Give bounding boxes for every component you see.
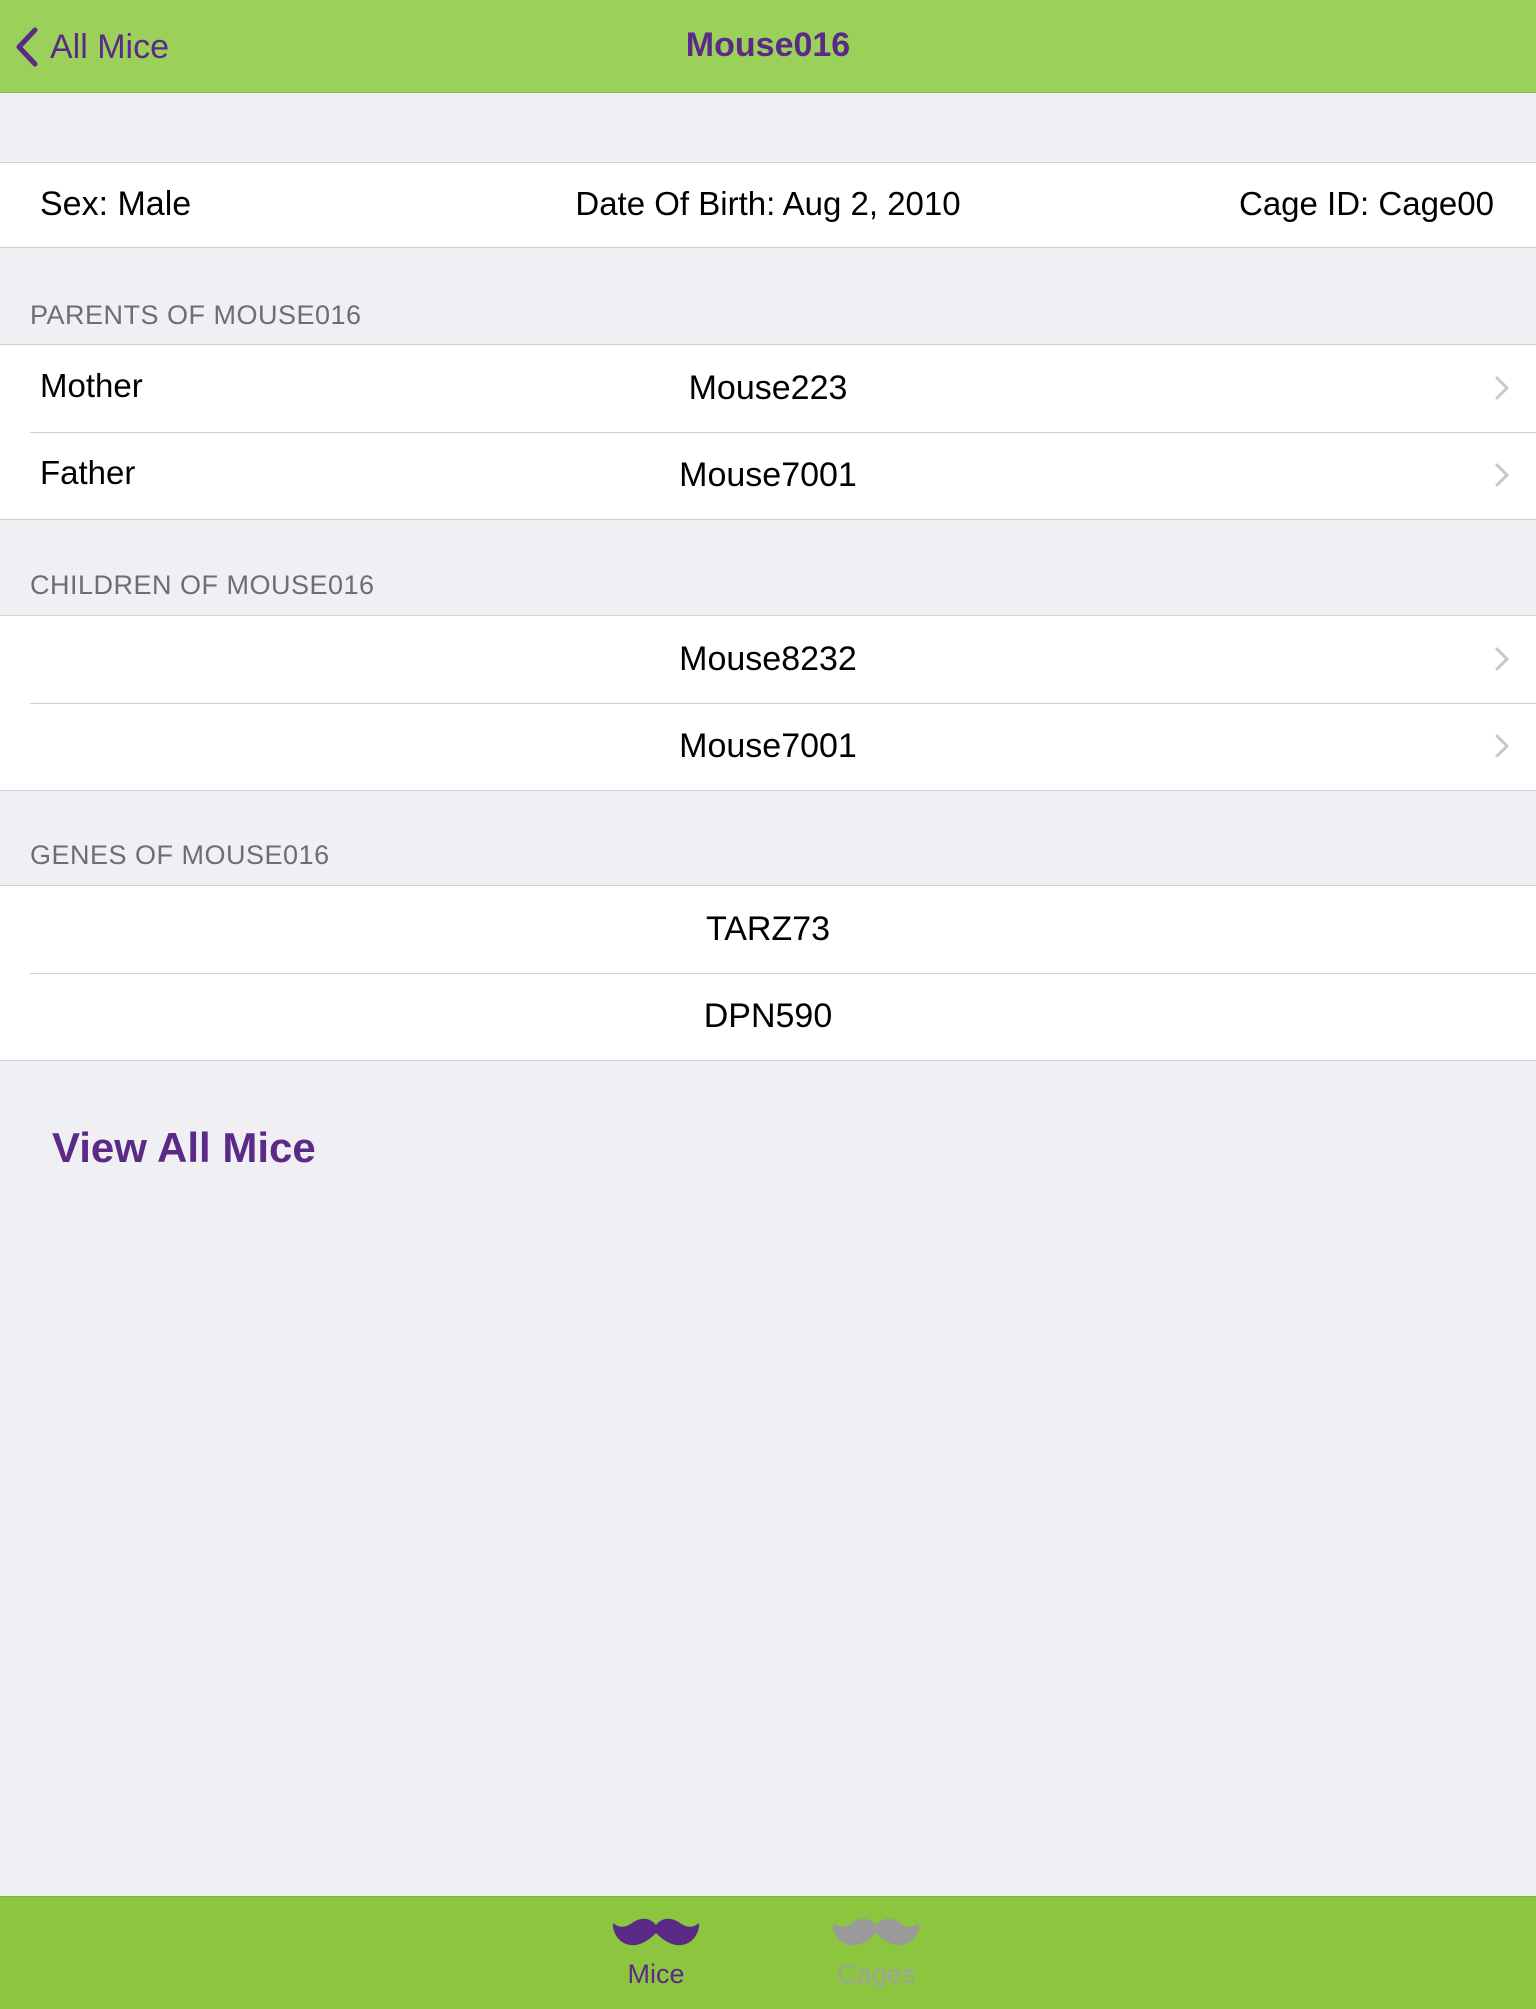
tab-cages[interactable]: Cages (816, 1915, 936, 1990)
mustache-icon (832, 1918, 920, 1946)
mouse-info-row: Sex: Male Date Of Birth: Aug 2, 2010 Cag… (0, 162, 1536, 248)
genes-list: TARZ73 DPN590 (0, 885, 1536, 1061)
gene-value: TARZ73 (705, 910, 831, 948)
tab-mice[interactable]: Mice (596, 1915, 716, 1990)
tab-bar: Mice Cages (0, 1896, 1536, 2009)
page-title: Mouse016 (685, 26, 851, 64)
chevron-right-icon (1495, 734, 1509, 758)
gene-row: TARZ73 (0, 886, 1536, 973)
child-row[interactable]: Mouse8232 (0, 616, 1536, 703)
genes-section-header: GENES OF MOUSE016 (30, 840, 330, 870)
father-value: Mouse7001 (679, 456, 857, 494)
gene-value: DPN590 (703, 997, 833, 1035)
tab-cages-label: Cages (836, 1959, 916, 1989)
navigation-bar: All Mice Mouse016 (0, 0, 1536, 93)
child-row[interactable]: Mouse7001 (0, 703, 1536, 790)
parents-section-header: PARENTS OF MOUSE016 (30, 300, 362, 330)
view-all-mice-button[interactable]: View All Mice (52, 1124, 316, 1172)
father-row[interactable]: Father Mouse7001 (0, 432, 1536, 519)
chevron-right-icon (1495, 463, 1509, 487)
gene-row: DPN590 (0, 973, 1536, 1060)
parents-list: Mother Mouse223 Father Mouse7001 (0, 344, 1536, 520)
mother-row[interactable]: Mother Mouse223 (0, 345, 1536, 432)
child-value: Mouse8232 (679, 640, 857, 678)
children-list: Mouse8232 Mouse7001 (0, 615, 1536, 791)
tab-mice-label: Mice (627, 1959, 685, 1989)
chevron-right-icon (1495, 647, 1509, 671)
mustache-icon (612, 1918, 700, 1946)
cage-id-value: Cage ID: Cage00 (1239, 185, 1494, 222)
child-value: Mouse7001 (679, 727, 857, 765)
chevron-right-icon (1495, 376, 1509, 400)
mother-value: Mouse223 (688, 369, 848, 407)
children-section-header: CHILDREN OF MOUSE016 (30, 570, 375, 600)
